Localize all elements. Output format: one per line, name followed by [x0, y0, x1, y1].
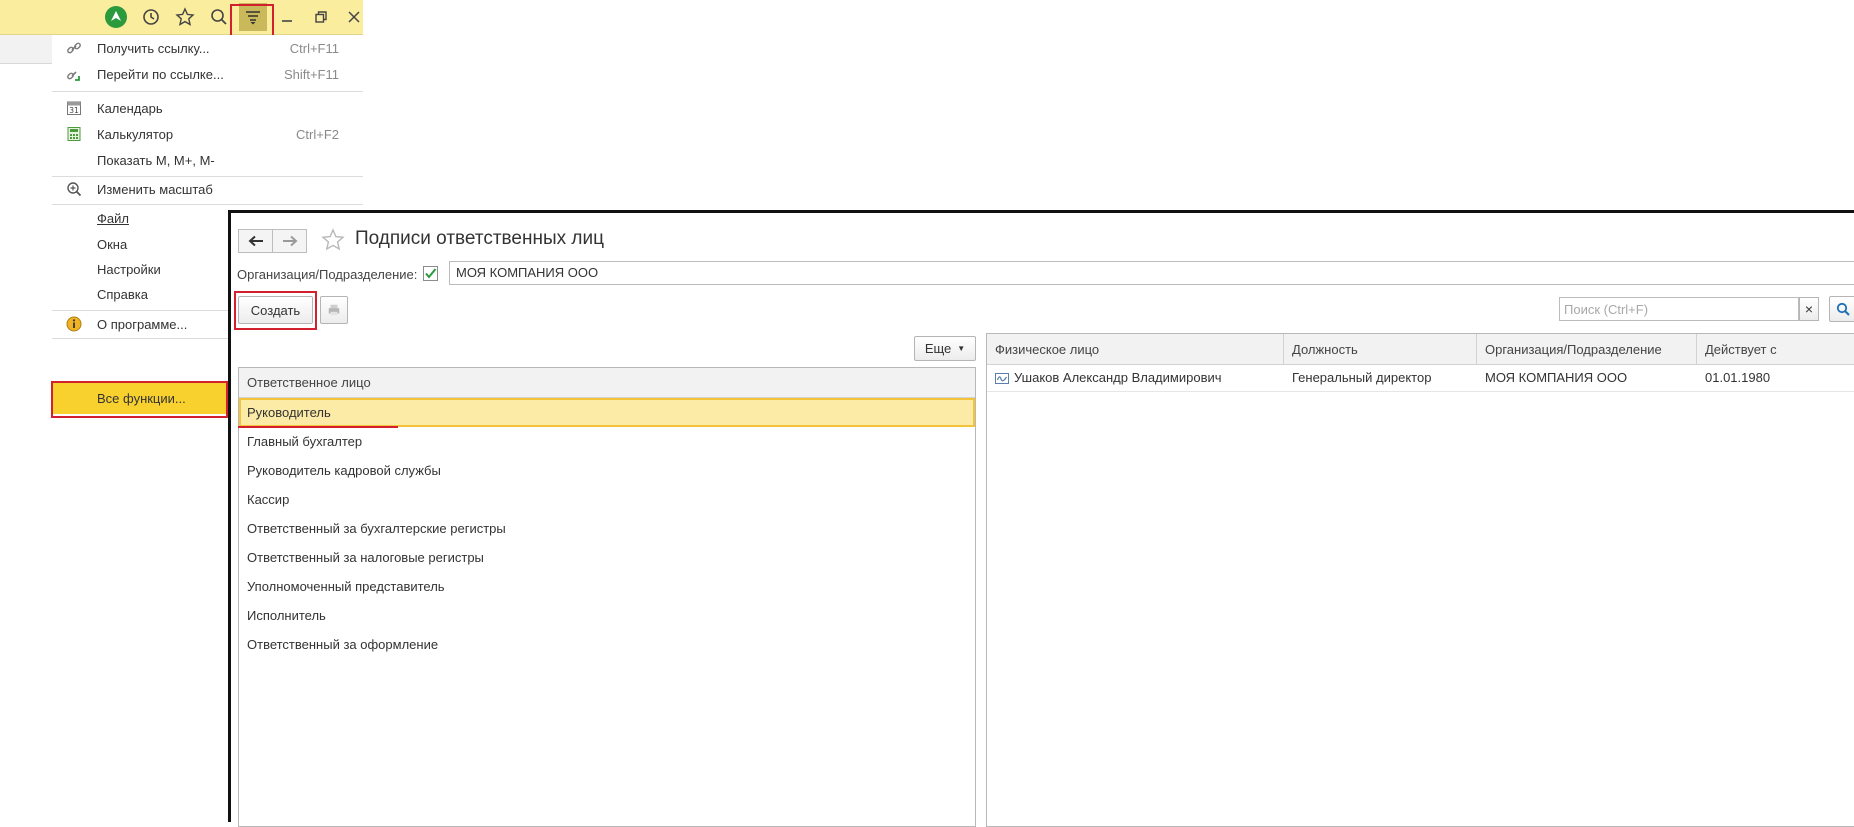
close-icon[interactable] — [340, 3, 368, 31]
link-icon — [66, 40, 82, 56]
menu-separator — [52, 91, 363, 92]
restore-icon[interactable] — [307, 3, 335, 31]
annotation-underline — [238, 426, 398, 428]
column-header-person[interactable]: Физическое лицо — [987, 334, 1284, 365]
more-button[interactable]: Еще ▼ — [914, 336, 976, 361]
menu-item-label: Календарь — [97, 100, 163, 116]
search-input[interactable] — [1559, 297, 1799, 321]
print-button[interactable] — [320, 296, 348, 324]
org-filter-field[interactable]: МОЯ КОМПАНИЯ ООО — [449, 261, 1854, 285]
menu-item-label: Изменить масштаб — [97, 181, 213, 197]
left-panel-strip — [0, 35, 52, 64]
list-item[interactable]: Ответственный за оформление — [239, 630, 975, 659]
menu-item-label: Настройки — [97, 261, 161, 277]
menu-item-shortcut: Shift+F11 — [283, 66, 339, 82]
menu-item-label: Окна — [97, 236, 128, 252]
list-item[interactable]: Ответственный за налоговые регистры — [239, 543, 975, 572]
search-button[interactable] — [1829, 296, 1854, 322]
search-clear-button[interactable]: × — [1799, 297, 1819, 321]
list-item[interactable]: Руководитель — [239, 398, 975, 427]
org-filter-checkbox[interactable] — [423, 266, 438, 281]
list-item-label: Исполнитель — [247, 608, 326, 623]
favorites-star-icon[interactable] — [171, 3, 199, 31]
menu-item-label: Получить ссылку... — [97, 40, 210, 56]
signatures-table: Физическое лицо Должность Организация/По… — [986, 333, 1854, 827]
chevron-down-icon: ▼ — [957, 344, 966, 353]
menu-item-label: Калькулятор — [97, 126, 174, 142]
org-filter-label: Организация/Подразделение: — [237, 267, 418, 282]
main-menu-icon[interactable] — [239, 3, 267, 31]
menu-item-zoom[interactable]: Изменить масштаб — [52, 176, 363, 202]
home-icon[interactable] — [102, 3, 130, 31]
page-title: Подписи ответственных лиц — [355, 228, 604, 249]
favorite-star-icon[interactable] — [321, 228, 345, 255]
table-header: Физическое лицо Должность Организация/По… — [987, 334, 1854, 365]
zoom-icon — [66, 181, 82, 197]
table-row[interactable]: Ушаков Александр Владимирович Генеральны… — [987, 365, 1854, 392]
menu-item-show-memory[interactable]: Показать М, М+, М- — [52, 147, 363, 173]
cell-valid-from: 01.01.1980 — [1705, 370, 1771, 385]
forward-button[interactable] — [272, 229, 307, 253]
go-link-icon — [66, 66, 82, 82]
arrow-right-icon — [282, 235, 297, 247]
menu-item-calculator[interactable]: Калькулятор Ctrl+F2 — [52, 121, 363, 147]
search-icon[interactable] — [205, 3, 233, 31]
list-item[interactable]: Ответственный за бухгалтерские регистры — [239, 514, 975, 543]
back-button[interactable] — [238, 229, 273, 253]
list-column-header[interactable]: Ответственное лицо — [239, 368, 975, 398]
list-item-label: Главный бухгалтер — [247, 434, 363, 449]
calendar-icon: 31 — [66, 100, 82, 116]
checkmark-icon — [425, 268, 437, 279]
calculator-icon — [66, 126, 82, 142]
svg-text:31: 31 — [69, 106, 79, 115]
menu-item-calendar[interactable]: 31 Календарь — [52, 95, 363, 121]
list-item-label: Ответственный за налоговые регистры — [247, 550, 484, 565]
more-button-label: Еще — [924, 341, 952, 356]
menu-item-label: О программе... — [97, 316, 188, 332]
list-item[interactable]: Исполнитель — [239, 601, 975, 630]
cell-person: Ушаков Александр Владимирович — [1014, 370, 1222, 385]
menu-item-label: Перейти по ссылке... — [97, 66, 224, 82]
history-icon[interactable] — [137, 3, 165, 31]
list-item[interactable]: Руководитель кадровой службы — [239, 456, 975, 485]
printer-icon — [328, 304, 340, 316]
list-item[interactable]: Главный бухгалтер — [239, 427, 975, 456]
menu-item-shortcut: Ctrl+F2 — [296, 126, 339, 142]
menu-item-go-link[interactable]: Перейти по ссылке... Shift+F11 — [52, 61, 363, 87]
column-header-valid-from[interactable]: Действует с — [1697, 334, 1854, 365]
signature-icon — [995, 372, 1009, 387]
menu-item-label: Справка — [97, 286, 148, 302]
menu-item-shortcut: Ctrl+F11 — [289, 40, 339, 56]
responsible-signatures-form: Подписи ответственных лиц Организация/По… — [228, 210, 1854, 827]
list-item[interactable]: Кассир — [239, 485, 975, 514]
list-item-label: Ответственный за бухгалтерские регистры — [247, 521, 506, 536]
cell-organization: МОЯ КОМПАНИЯ ООО — [1485, 370, 1628, 385]
menu-item-get-link[interactable]: Получить ссылку... Ctrl+F11 — [52, 35, 363, 61]
list-item-label: Уполномоченный представитель — [247, 579, 445, 594]
top-toolbar — [0, 0, 363, 35]
list-item-label: Ответственный за оформление — [247, 637, 439, 652]
menu-item-all-functions[interactable]: Все функции... — [52, 382, 226, 414]
list-item-label: Кассир — [247, 492, 290, 507]
column-header-organization[interactable]: Организация/Подразделение — [1477, 334, 1697, 365]
minimize-icon[interactable] — [273, 3, 301, 31]
column-header-position[interactable]: Должность — [1284, 334, 1477, 365]
arrow-left-icon — [248, 235, 263, 247]
menu-item-label: Все функции... — [97, 390, 186, 406]
info-icon — [66, 316, 82, 332]
list-item[interactable]: Уполномоченный представитель — [239, 572, 975, 601]
cell-position: Генеральный директор — [1292, 370, 1432, 385]
column-header-label: Ответственное лицо — [247, 375, 371, 390]
search-icon — [1836, 302, 1850, 316]
create-button[interactable]: Создать — [238, 296, 313, 324]
responsible-person-list: Ответственное лицо Руководитель Главный … — [238, 367, 976, 827]
list-item-label: Руководитель кадровой службы — [247, 463, 441, 478]
menu-item-label: Показать М, М+, М- — [97, 152, 215, 168]
menu-item-label: Файл — [97, 210, 129, 226]
list-item-label: Руководитель — [247, 405, 331, 420]
